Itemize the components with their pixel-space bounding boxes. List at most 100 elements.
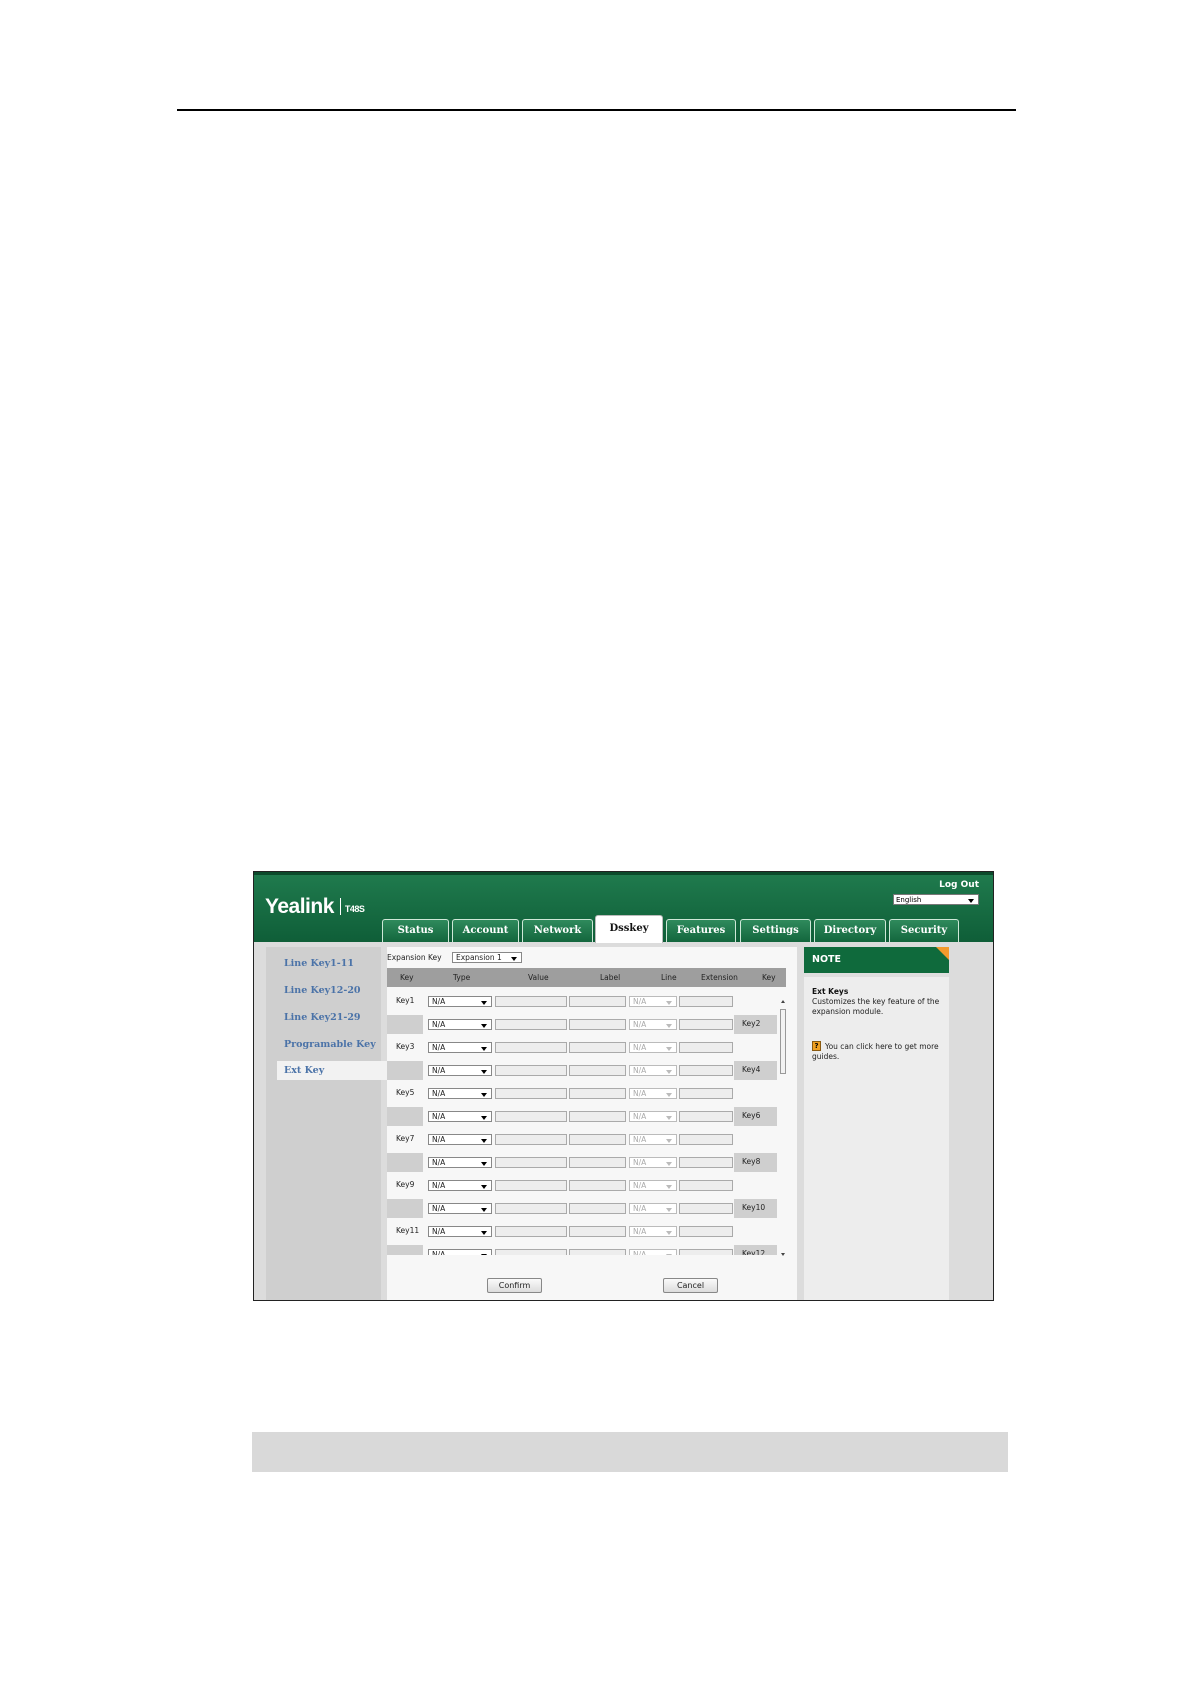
tab-features[interactable]: Features: [666, 919, 736, 942]
value-input[interactable]: [495, 1134, 567, 1145]
label-input[interactable]: [569, 1157, 626, 1168]
cancel-button[interactable]: Cancel: [663, 1278, 718, 1293]
tab-status[interactable]: Status: [382, 919, 449, 942]
type-select[interactable]: N/A: [428, 1042, 492, 1053]
key-table-body: Key1 N/A N/A Key2 N/A N/A Key3 N/A N/A Key4 N/A N/A…: [387, 990, 777, 1255]
sidebar-item-line-key21-29[interactable]: Line Key21-29: [284, 1012, 361, 1023]
guide-link[interactable]: You can click here to get more guides.: [812, 1042, 940, 1062]
label-input[interactable]: [569, 1203, 626, 1214]
scroll-up-icon[interactable]: [781, 1000, 785, 1003]
type-select[interactable]: N/A: [428, 1111, 492, 1122]
chevron-down-icon: [481, 1070, 487, 1074]
row-key-label: Key12: [742, 1249, 766, 1255]
tab-account[interactable]: Account: [452, 919, 519, 942]
type-select[interactable]: N/A: [428, 1019, 492, 1030]
chevron-down-icon: [481, 1139, 487, 1143]
line-select[interactable]: N/A: [629, 1249, 677, 1255]
line-select[interactable]: N/A: [629, 1134, 677, 1145]
value-input[interactable]: [495, 1203, 567, 1214]
label-input[interactable]: [569, 1180, 626, 1191]
extension-input[interactable]: [679, 1180, 733, 1191]
value-input[interactable]: [495, 996, 567, 1007]
label-input[interactable]: [569, 1042, 626, 1053]
table-row: Key8 N/A N/A: [387, 1151, 777, 1174]
tab-directory[interactable]: Directory: [814, 919, 886, 942]
chevron-down-icon: [481, 1254, 487, 1255]
table-row: Key3 N/A N/A: [387, 1036, 777, 1059]
tab-security[interactable]: Security: [889, 919, 959, 942]
type-select[interactable]: N/A: [428, 1180, 492, 1191]
table-row: Key1 N/A N/A: [387, 990, 777, 1013]
scroll-down-icon[interactable]: [781, 1253, 785, 1256]
type-select[interactable]: N/A: [428, 1226, 492, 1237]
line-select[interactable]: N/A: [629, 1065, 677, 1076]
extension-input[interactable]: [679, 996, 733, 1007]
row-key-label: Key5: [396, 1088, 415, 1097]
scroll-thumb[interactable]: [780, 1009, 786, 1074]
row-key-label: Key6: [742, 1111, 761, 1120]
extension-input[interactable]: [679, 1042, 733, 1053]
extension-input[interactable]: [679, 1203, 733, 1214]
grey-band: [252, 1432, 1008, 1472]
line-select[interactable]: N/A: [629, 1088, 677, 1099]
value-input[interactable]: [495, 1088, 567, 1099]
type-select[interactable]: N/A: [428, 1249, 492, 1255]
sidebar-item-programable-key[interactable]: Programable Key: [284, 1039, 376, 1050]
type-select[interactable]: N/A: [428, 1203, 492, 1214]
type-select[interactable]: N/A: [428, 1134, 492, 1145]
label-input[interactable]: [569, 996, 626, 1007]
table-row: Key7 N/A N/A: [387, 1128, 777, 1151]
type-select[interactable]: N/A: [428, 996, 492, 1007]
line-select[interactable]: N/A: [629, 996, 677, 1007]
label-input[interactable]: [569, 1065, 626, 1076]
label-input[interactable]: [569, 1249, 626, 1255]
label-input[interactable]: [569, 1111, 626, 1122]
language-select[interactable]: English: [893, 894, 979, 905]
tab-dsskey[interactable]: Dsskey: [595, 915, 663, 943]
type-select[interactable]: N/A: [428, 1157, 492, 1168]
line-select[interactable]: N/A: [629, 1042, 677, 1053]
value-input[interactable]: [495, 1157, 567, 1168]
sidebar-item-ext-key[interactable]: Ext Key: [277, 1061, 388, 1080]
col-line: Line: [661, 973, 677, 982]
label-input[interactable]: [569, 1226, 626, 1237]
value-input[interactable]: [495, 1226, 567, 1237]
type-select[interactable]: N/A: [428, 1065, 492, 1076]
label-input[interactable]: [569, 1019, 626, 1030]
line-select[interactable]: N/A: [629, 1180, 677, 1191]
confirm-button[interactable]: Confirm: [487, 1278, 542, 1293]
chevron-down-icon: [666, 1024, 672, 1028]
line-select[interactable]: N/A: [629, 1157, 677, 1168]
line-select[interactable]: N/A: [629, 1203, 677, 1214]
label-input[interactable]: [569, 1134, 626, 1145]
sidebar-item-line-key12-20[interactable]: Line Key12-20: [284, 985, 361, 996]
value-input[interactable]: [495, 1249, 567, 1255]
extension-input[interactable]: [679, 1065, 733, 1076]
extension-input[interactable]: [679, 1226, 733, 1237]
value-input[interactable]: [495, 1042, 567, 1053]
logout-link[interactable]: Log Out: [939, 880, 979, 890]
sidebar-item-line-key1-11[interactable]: Line Key1-11: [284, 958, 354, 969]
type-select[interactable]: N/A: [428, 1088, 492, 1099]
extension-input[interactable]: [679, 1019, 733, 1030]
extension-input[interactable]: [679, 1157, 733, 1168]
note-text: Customizes the key feature of the expans…: [812, 997, 940, 1016]
line-select[interactable]: N/A: [629, 1226, 677, 1237]
value-input[interactable]: [495, 1065, 567, 1076]
extension-input[interactable]: [679, 1088, 733, 1099]
extension-input[interactable]: [679, 1134, 733, 1145]
line-select[interactable]: N/A: [629, 1019, 677, 1030]
chevron-down-icon: [481, 1185, 487, 1189]
line-select[interactable]: N/A: [629, 1111, 677, 1122]
expansion-select[interactable]: Expansion 1: [452, 952, 522, 963]
table-scrollbar[interactable]: [779, 998, 787, 1258]
extension-input[interactable]: [679, 1249, 733, 1255]
value-input[interactable]: [495, 1180, 567, 1191]
value-input[interactable]: [495, 1111, 567, 1122]
tab-network[interactable]: Network: [522, 919, 593, 942]
extension-input[interactable]: [679, 1111, 733, 1122]
value-input[interactable]: [495, 1019, 567, 1030]
row-key-label: Key1: [396, 996, 415, 1005]
label-input[interactable]: [569, 1088, 626, 1099]
tab-settings[interactable]: Settings: [740, 919, 811, 942]
